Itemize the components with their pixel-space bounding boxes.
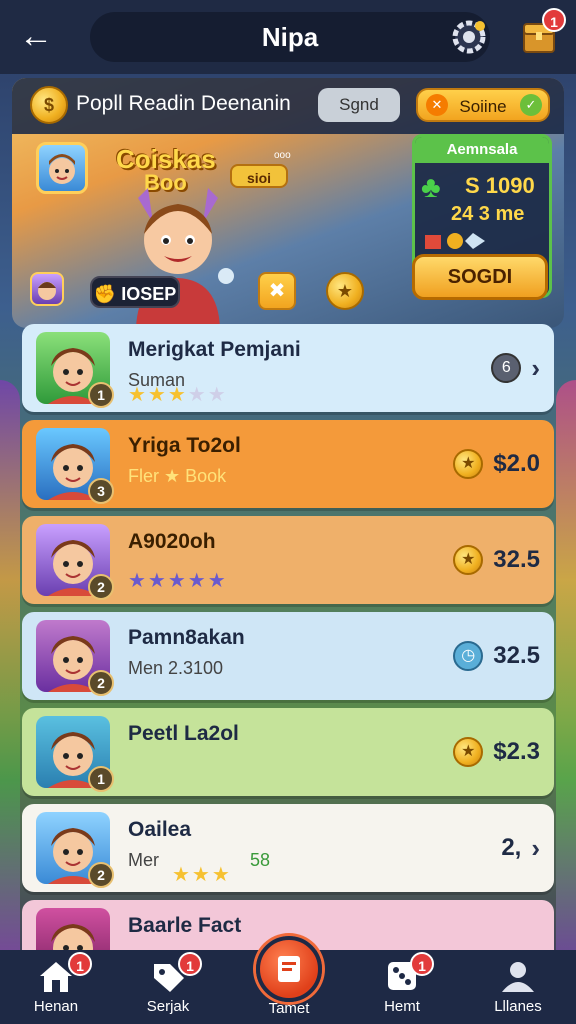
nav-center-label: Tamet	[268, 1000, 310, 1017]
reward-value-primary: S 1090	[465, 173, 535, 198]
nav-home-label: Henan	[33, 998, 79, 1015]
level-badge: 2	[88, 862, 114, 888]
list-item[interactable]: 1 Merigkat Pemjani Suman ★★★★★ 6 ›	[22, 324, 554, 412]
player-avatar[interactable]	[36, 142, 88, 194]
list-item-price: 2,	[501, 834, 522, 861]
list-item-subtitle: Men 2.3100	[128, 658, 224, 678]
nav-search-label: Serjak	[146, 998, 190, 1015]
gold-coin-icon: ★	[453, 449, 484, 479]
list-item-name: Oailea	[128, 818, 192, 841]
list-item-name: Yriga To2ol	[128, 434, 241, 457]
nav-hemt-badge: 1	[410, 952, 434, 976]
list-item-secondary-value: 58	[250, 850, 271, 870]
level-badge: 2	[88, 574, 114, 600]
gold-coin-icon: $	[30, 86, 68, 124]
gold-coin-icon: ★	[453, 545, 484, 575]
nav-home-badge: 1	[68, 952, 92, 976]
bolt-icon[interactable]: ✖	[258, 272, 296, 310]
online-button[interactable]: ✕ Soiine ✓	[416, 88, 550, 122]
list-item-right: 6 ›	[491, 352, 540, 384]
list-item[interactable]: 2 A9020oh ★★★★★ ★ 32.5	[22, 516, 554, 604]
list-item-price: 32.5	[493, 546, 540, 573]
list-item-name: Merigkat Pemjani	[128, 338, 301, 361]
chevron-right-icon[interactable]: ›	[531, 353, 540, 384]
player-tag-pill[interactable]: ✊ IOSEP	[90, 276, 180, 308]
nav-home[interactable]: Henan 1	[6, 950, 106, 1024]
player-list: 1 Merigkat Pemjani Suman ★★★★★ 6 › 3 Yriga To2o…	[22, 324, 554, 950]
level-badge: 1	[88, 382, 114, 408]
nav-center-action-button[interactable]	[256, 936, 322, 1002]
list-item-name: A9020oh	[128, 530, 216, 553]
round-count-icon: 6	[491, 353, 522, 383]
star-rating: ★★★★★	[128, 384, 228, 406]
online-label: Soiine	[459, 97, 507, 116]
list-item-right: ★ 32.5	[453, 544, 540, 576]
list-item-price: $2.3	[493, 738, 540, 765]
star-rating: ★★★★★	[128, 570, 228, 592]
list-item-price: 32.5	[493, 642, 540, 669]
list-item-name: Baarle Fact	[128, 914, 242, 937]
hero-strip: $ Popll Readin Deenanin Sgnd ✕ Soiine ✓	[12, 78, 564, 134]
nav-hemt-label: Hemt	[384, 998, 420, 1015]
list-item-name: Peetl La2ol	[128, 722, 239, 745]
reward-title: Aemnsala	[415, 137, 549, 163]
level-badge: 1	[88, 766, 114, 792]
clover-icon: ♣	[421, 171, 441, 204]
hero-strip-title: Popll Readin Deenanin	[76, 92, 291, 115]
orange-x-icon: ✕	[426, 94, 448, 116]
hero-banner: $ Popll Readin Deenanin Sgnd ✕ Soiine ✓ …	[12, 78, 564, 328]
background-decoration-right	[556, 380, 576, 980]
list-item-subtitle: Fler ★ Book	[128, 466, 227, 486]
nav-profile-label: Lllanes	[494, 998, 542, 1015]
reward-value-secondary: 24 3 me	[451, 203, 525, 225]
settings-gear-icon[interactable]	[448, 16, 490, 58]
list-item-right: 2, ›	[501, 832, 540, 864]
list-item-avatar	[36, 908, 110, 950]
gems-icon	[425, 231, 505, 251]
nav-search[interactable]: Serjak 1	[118, 950, 218, 1024]
list-item[interactable]: 1 Peetl La2ol ★ $2.3	[22, 708, 554, 796]
list-item-right: ★ $2.3	[453, 736, 540, 768]
small-player-avatar[interactable]	[30, 272, 64, 306]
reward-claim-button[interactable]: SOGDI	[412, 254, 548, 300]
treasure-chest-icon[interactable]: 1	[518, 8, 566, 58]
clock-icon: ◷	[453, 641, 484, 671]
chest-notification-badge: 1	[542, 8, 566, 32]
nav-profile[interactable]: Lllanes	[468, 950, 568, 1024]
coin-icon[interactable]: ★	[326, 272, 364, 310]
ticket-icon	[278, 956, 300, 982]
level-badge: 3	[88, 478, 114, 504]
gold-coin-icon: ★	[453, 737, 484, 767]
list-item-right: ◷ 32.5	[453, 640, 540, 672]
green-check-icon: ✓	[520, 94, 542, 116]
page-title: Nipa	[90, 12, 490, 62]
chevron-right-icon[interactable]: ›	[531, 833, 540, 864]
background-decoration-left	[0, 380, 20, 980]
nav-search-badge: 1	[178, 952, 202, 976]
profile-icon	[498, 958, 538, 994]
list-item-price: $2.0	[493, 450, 540, 477]
list-item-subtitle: Mer	[128, 850, 159, 870]
nav-hemt[interactable]: Hemt 1	[352, 950, 452, 1024]
list-item-right: ★ $2.0	[453, 448, 540, 480]
list-item[interactable]: 2 Oailea Mer ★★★ 58 2, ›	[22, 804, 554, 892]
send-button[interactable]: Sgnd	[318, 88, 400, 122]
level-badge: 2	[88, 670, 114, 696]
hero-tiny-text: ooo	[274, 150, 291, 161]
list-item[interactable]: 2 Pamn8akan Men 2.3100 ◷ 32.5	[22, 612, 554, 700]
list-item[interactable]: 3 Yriga To2ol Fler ★ Book ★ $2.0	[22, 420, 554, 508]
list-item-name: Pamn8akan	[128, 626, 245, 649]
star-rating: ★★★	[172, 864, 232, 886]
back-arrow-icon[interactable]: ←	[14, 16, 58, 56]
top-bar: ← Nipa 1	[0, 0, 576, 74]
player-tag-label: IOSEP	[121, 284, 177, 304]
